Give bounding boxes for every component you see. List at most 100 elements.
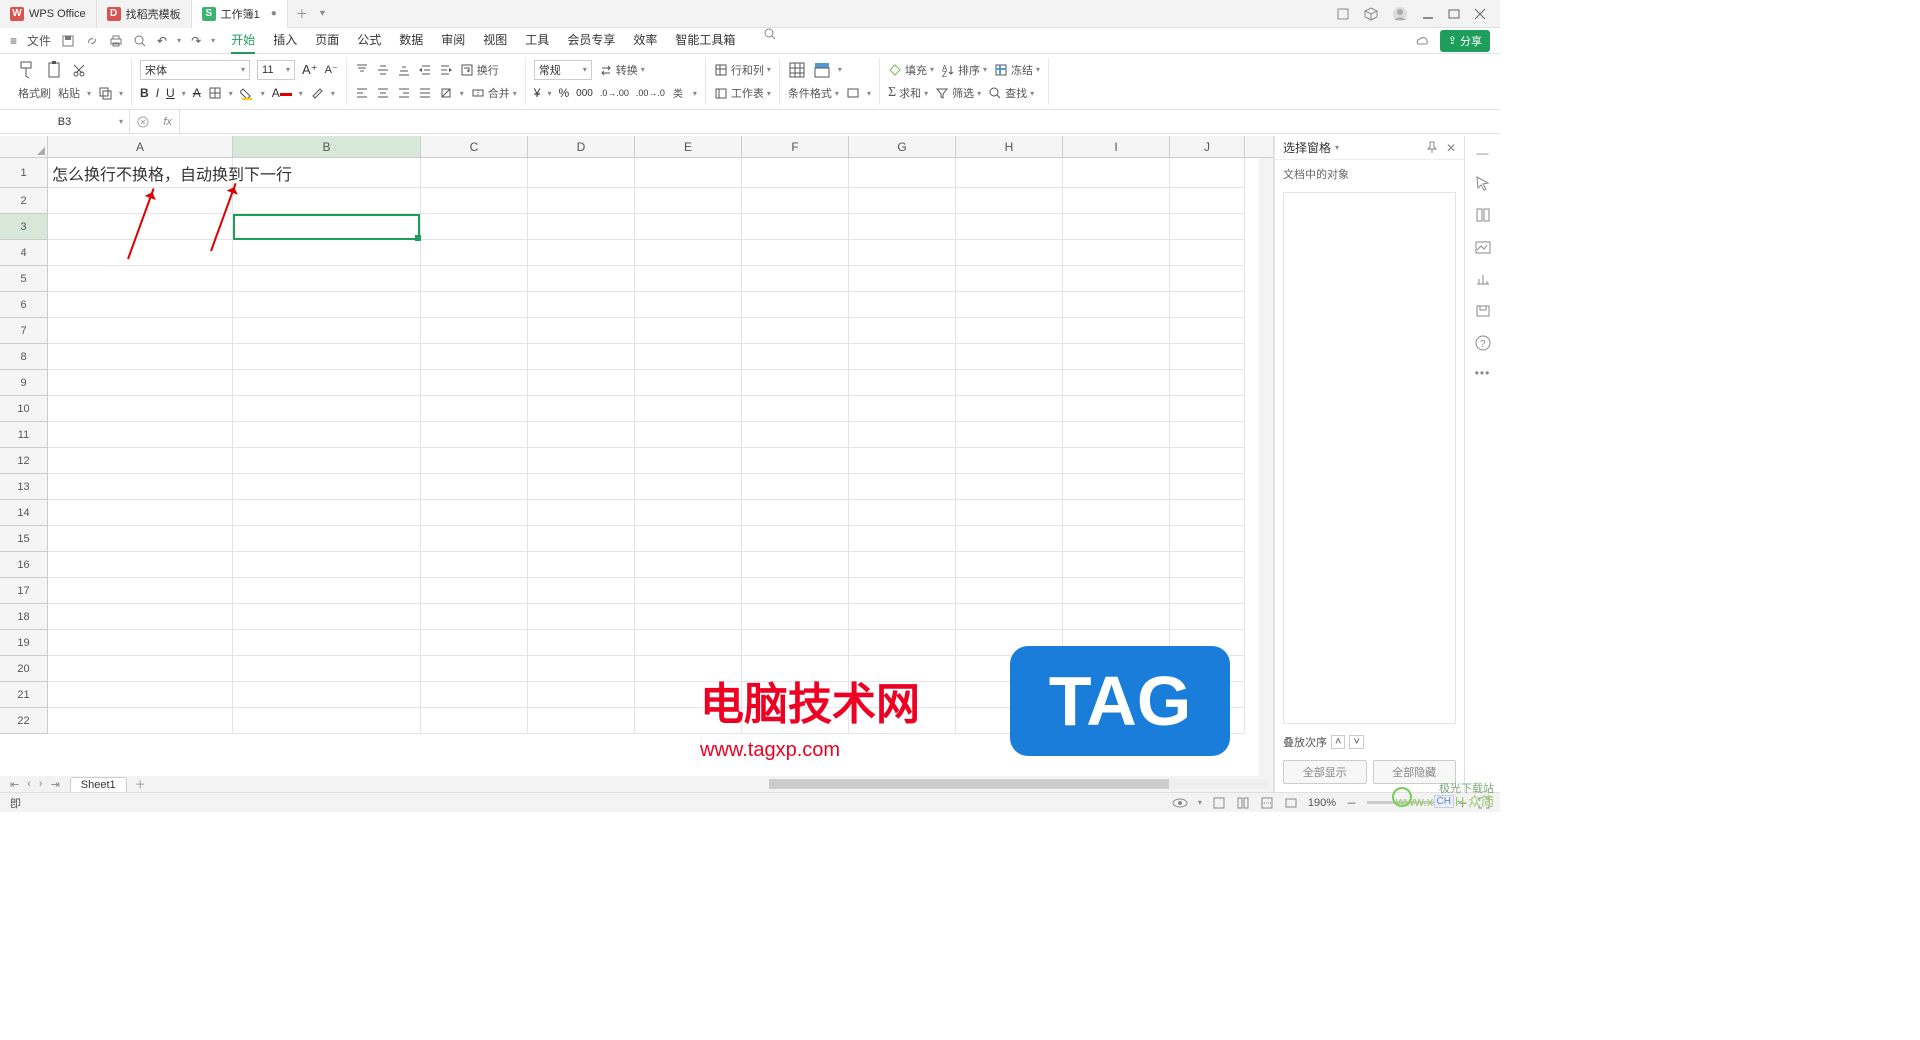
bold-icon[interactable]: B — [140, 86, 149, 100]
align-center-icon[interactable] — [376, 86, 390, 100]
cell[interactable] — [1063, 500, 1170, 526]
col-header-e[interactable]: E — [635, 136, 742, 157]
cell[interactable] — [48, 344, 233, 370]
cell[interactable] — [233, 266, 421, 292]
cell[interactable] — [849, 188, 956, 214]
cell[interactable] — [849, 214, 956, 240]
cell[interactable] — [48, 578, 233, 604]
cell[interactable] — [849, 344, 956, 370]
view-normal-icon[interactable] — [1212, 796, 1226, 810]
link-icon[interactable] — [85, 34, 99, 48]
cell[interactable] — [1063, 552, 1170, 578]
chart-tool-icon[interactable] — [1474, 270, 1492, 288]
menu-icon[interactable]: ≡ — [10, 34, 17, 48]
cell[interactable] — [48, 396, 233, 422]
cell[interactable] — [1170, 604, 1245, 630]
align-middle-icon[interactable] — [376, 63, 390, 77]
view-pagebreak-icon[interactable] — [1260, 796, 1274, 810]
cell[interactable] — [48, 422, 233, 448]
cell[interactable] — [742, 370, 849, 396]
cell[interactable] — [742, 188, 849, 214]
cell[interactable] — [849, 630, 956, 656]
cell[interactable] — [528, 682, 635, 708]
freeze-button[interactable]: 冻结▾ — [994, 62, 1040, 78]
search-tab-icon[interactable] — [763, 27, 777, 54]
percent-icon[interactable]: % — [558, 86, 569, 100]
print-icon[interactable] — [109, 34, 123, 48]
align-right-icon[interactable] — [397, 86, 411, 100]
font-size-select[interactable]: 11▾ — [257, 60, 295, 80]
cell[interactable] — [233, 708, 421, 734]
cell[interactable] — [528, 578, 635, 604]
cell[interactable] — [742, 578, 849, 604]
cell[interactable] — [635, 396, 742, 422]
cell[interactable] — [233, 474, 421, 500]
cell[interactable] — [48, 240, 233, 266]
format-type-icon[interactable]: 类 — [672, 86, 686, 100]
italic-icon[interactable]: I — [156, 86, 159, 100]
cell[interactable] — [635, 292, 742, 318]
cell[interactable] — [1063, 240, 1170, 266]
cell[interactable] — [1170, 370, 1245, 396]
wrap-text-button[interactable]: 换行 — [460, 62, 499, 78]
cell[interactable] — [742, 630, 849, 656]
cell[interactable] — [421, 604, 528, 630]
cell[interactable] — [421, 266, 528, 292]
sheet-tab[interactable]: Sheet1 — [70, 777, 127, 792]
cell[interactable] — [849, 318, 956, 344]
cell[interactable] — [742, 474, 849, 500]
cell[interactable] — [528, 500, 635, 526]
cell[interactable] — [1170, 158, 1245, 188]
cell[interactable] — [1170, 396, 1245, 422]
indent-left-icon[interactable] — [418, 63, 432, 77]
cell[interactable] — [48, 604, 233, 630]
cell[interactable] — [421, 292, 528, 318]
last-sheet-icon[interactable]: ⇥ — [51, 778, 60, 791]
row-header[interactable]: 2 — [0, 188, 48, 214]
cell[interactable] — [421, 708, 528, 734]
cell[interactable] — [956, 526, 1063, 552]
row-header[interactable]: 10 — [0, 396, 48, 422]
cell[interactable] — [849, 266, 956, 292]
row-header[interactable]: 21 — [0, 682, 48, 708]
app-tab-template[interactable]: D 找稻壳模板 — [97, 0, 192, 28]
maximize-icon[interactable] — [1448, 8, 1460, 20]
formula-input[interactable] — [180, 110, 1500, 133]
cell[interactable] — [849, 500, 956, 526]
cell[interactable] — [1063, 344, 1170, 370]
cell[interactable] — [233, 422, 421, 448]
next-sheet-icon[interactable]: › — [39, 778, 43, 791]
fx-icon[interactable]: fx — [163, 116, 172, 128]
copy-icon[interactable] — [98, 86, 112, 100]
decrease-font-icon[interactable]: A⁻ — [325, 63, 338, 76]
col-header-h[interactable]: H — [956, 136, 1063, 157]
cell[interactable] — [48, 656, 233, 682]
cell[interactable] — [48, 188, 233, 214]
cell[interactable] — [956, 266, 1063, 292]
cell[interactable] — [421, 630, 528, 656]
format-brush-button[interactable] — [18, 60, 38, 80]
row-header[interactable]: 12 — [0, 448, 48, 474]
cancel-fx-icon[interactable] — [137, 116, 149, 128]
cell[interactable] — [528, 656, 635, 682]
cell[interactable] — [635, 552, 742, 578]
cell[interactable] — [1170, 344, 1245, 370]
cell-style-icon[interactable] — [846, 86, 860, 100]
screenshot-icon[interactable] — [1474, 238, 1492, 256]
indent-right-icon[interactable] — [439, 63, 453, 77]
row-header[interactable]: 22 — [0, 708, 48, 734]
cell[interactable] — [48, 500, 233, 526]
col-header-i[interactable]: I — [1063, 136, 1170, 157]
cell[interactable] — [1170, 188, 1245, 214]
fill-button[interactable]: 填充▾ — [888, 62, 934, 78]
cell[interactable] — [742, 448, 849, 474]
cut-icon[interactable] — [72, 63, 86, 77]
tab-review[interactable]: 审阅 — [441, 27, 465, 54]
cell[interactable] — [421, 240, 528, 266]
cell[interactable] — [528, 370, 635, 396]
cell[interactable] — [742, 604, 849, 630]
row-header[interactable]: 14 — [0, 500, 48, 526]
cell[interactable] — [742, 214, 849, 240]
number-format-select[interactable]: 常规▾ — [534, 60, 592, 80]
cell[interactable] — [421, 370, 528, 396]
